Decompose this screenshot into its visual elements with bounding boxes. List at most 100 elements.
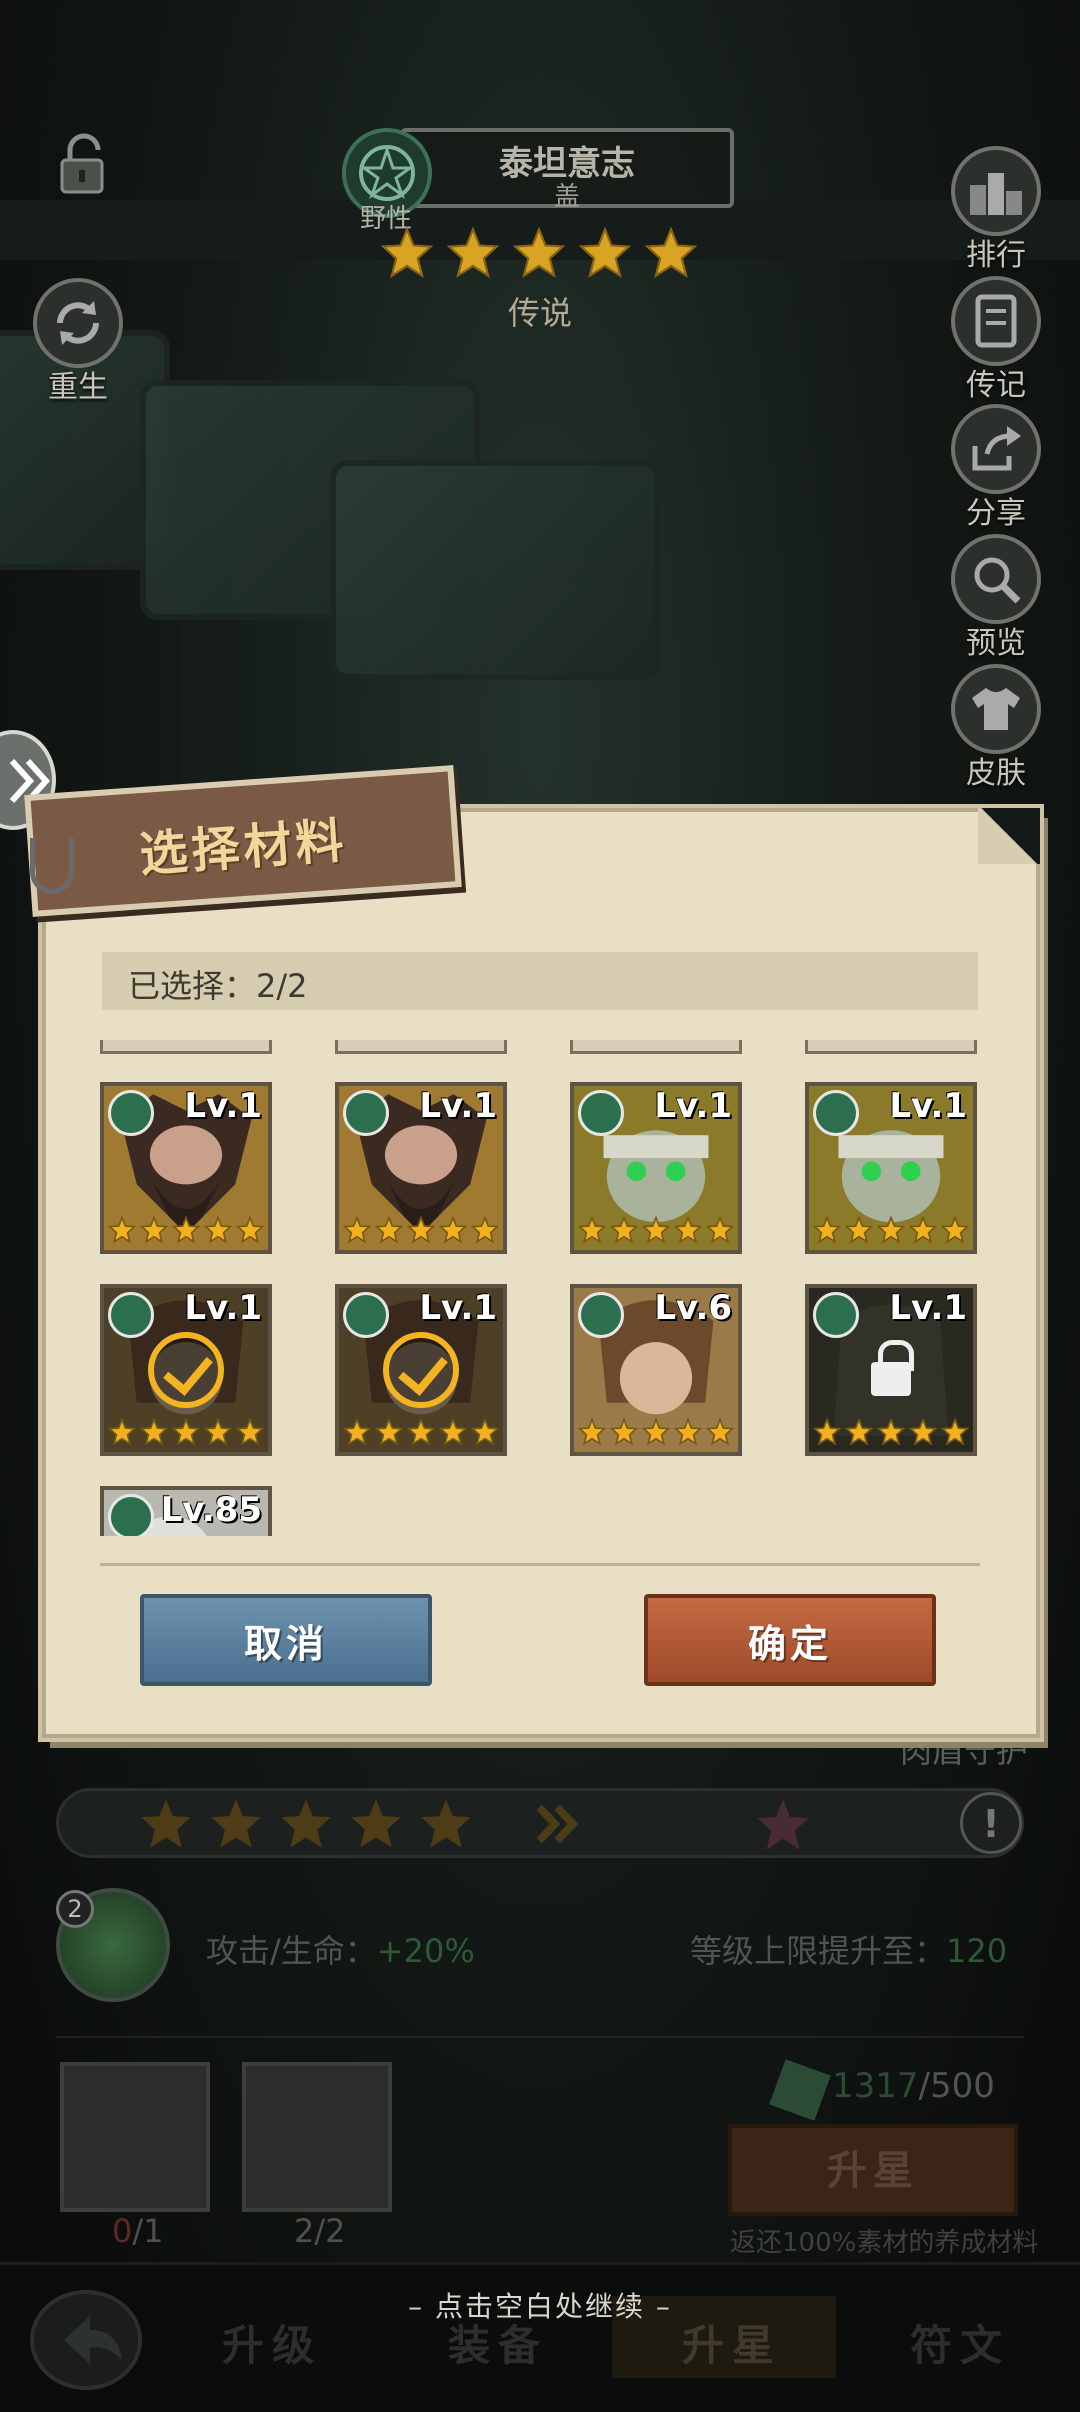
star-icon [876,1215,906,1244]
star-icon [342,1417,372,1446]
star-icon [940,1215,970,1244]
material-card-selected[interactable]: Lv.1 [335,1284,507,1456]
continue-hint[interactable]: – 点击空白处继续 – [0,2285,1080,2325]
card-stars [107,1417,265,1448]
card-level: Lv.6 [654,1288,732,1328]
game-screen[interactable]: 重生 排行 传记 分享 预览 皮肤 泰坦意志 盖 野性 传说 肉盾守护 ! 2 … [0,0,1080,2412]
star-icon [281,1799,331,1848]
star-icon [203,1417,233,1446]
rebirth-label: 重生 [48,370,108,405]
card-stars [342,1215,500,1246]
star-icon [705,1417,735,1446]
material-grid[interactable]: Lv.1 Lv.1 Lv.1 Lv.1 Lv.1 Lv.1 Lv.6 Lv.1 … [100,1040,980,1536]
faction-badge-icon [108,1090,154,1136]
star-icon [641,1215,671,1244]
star-icon [470,1417,500,1446]
material-count-2: 2/2 [294,2212,346,2250]
material-count-1: 0/1 [112,2212,164,2250]
material-card[interactable]: Lv.1 [100,1082,272,1254]
partial-card [570,1040,742,1054]
hero-star-rating [380,226,698,280]
cancel-button[interactable]: 取消 [140,1594,432,1686]
star-icon [203,1215,233,1244]
dialog-divider [100,1563,980,1566]
star-icon [438,1417,468,1446]
star-icon [644,226,698,279]
card-stars [812,1417,970,1448]
material-card-locked[interactable]: Lv.1 [805,1284,977,1456]
skin-button[interactable]: 皮肤 [948,664,1044,792]
star-icon [673,1215,703,1244]
card-stars [577,1417,735,1448]
star-icon [141,1799,191,1848]
star-icon [844,1215,874,1244]
card-stars [342,1417,500,1448]
partial-card [335,1040,507,1054]
material-slot-1[interactable] [60,2062,210,2212]
preview-button[interactable]: 预览 [948,534,1044,662]
double-chevron-icon [536,1804,579,1844]
faction-badge-icon [108,1494,154,1536]
dialog-title: 选择材料 [137,812,350,884]
hero-rarity: 传说 [507,294,572,332]
ranking-button[interactable]: 排行 [948,146,1044,274]
material-card-selected[interactable]: Lv.1 [100,1284,272,1456]
star-icon [438,1215,468,1244]
star-icon [908,1417,938,1446]
card-level: Lv.1 [184,1086,262,1126]
info-icon[interactable]: ! [960,1792,1022,1854]
star-icon [470,1215,500,1244]
stat-value: +20% [376,1932,475,1970]
skin-label: 皮肤 [966,756,1026,791]
star-icon [342,1215,372,1244]
material-card[interactable]: Lv.1 [805,1082,977,1254]
current-star-row [138,1796,584,1852]
unlock-icon[interactable] [48,130,118,200]
star-icon [812,1417,842,1446]
share-button[interactable]: 分享 [948,404,1044,532]
resource-need: /500 [918,2066,995,2106]
star-icon [211,1799,261,1848]
star-up-button[interactable]: 升星 [728,2124,1018,2216]
background-window [330,460,660,680]
faction-badge-icon [343,1292,389,1338]
material-card[interactable]: Lv.1 [570,1082,742,1254]
star-icon [374,1417,404,1446]
material-have-1: 0 [112,2212,133,2250]
magnifier-icon [951,534,1041,624]
faction-badge-icon [343,1090,389,1136]
faction-badge-icon [578,1292,624,1338]
checkmark-icon [383,1332,459,1408]
selected-count: 已选择：2/2 [128,967,308,1005]
faction-badge-icon [108,1292,154,1338]
star-icon [380,226,434,279]
card-level: Lv.1 [889,1086,967,1126]
confirm-button[interactable]: 确定 [644,1594,936,1686]
star-icon [107,1215,137,1244]
material-card[interactable]: Lv.1 [335,1082,507,1254]
faction-badge-icon [578,1090,624,1136]
card-level: Lv.1 [419,1288,497,1328]
material-card[interactable]: Lv.85 [100,1486,272,1536]
resource-count: 1317/500 [832,2066,995,2106]
divider [56,2036,1024,2038]
partial-card [805,1040,977,1054]
biography-label: 传记 [966,368,1026,403]
star-icon [406,1215,436,1244]
card-stars [812,1215,970,1246]
card-level: Lv.1 [419,1086,497,1126]
hero-subname: 盖 [553,182,580,212]
star-icon [844,1417,874,1446]
star-icon [673,1417,703,1446]
ranking-label: 排行 [966,238,1026,273]
material-card[interactable]: Lv.6 [570,1284,742,1456]
star-icon [876,1417,906,1446]
material-slot-2[interactable] [242,2062,392,2212]
hook-icon [30,838,74,894]
star-icon [107,1417,137,1446]
star-icon [578,226,632,279]
level-cap: 等级上限提升至：120 [690,1926,1007,1972]
faction-badge-icon [813,1292,859,1338]
star-icon [421,1799,471,1848]
stat-label: 攻击/生命： [206,1932,377,1970]
